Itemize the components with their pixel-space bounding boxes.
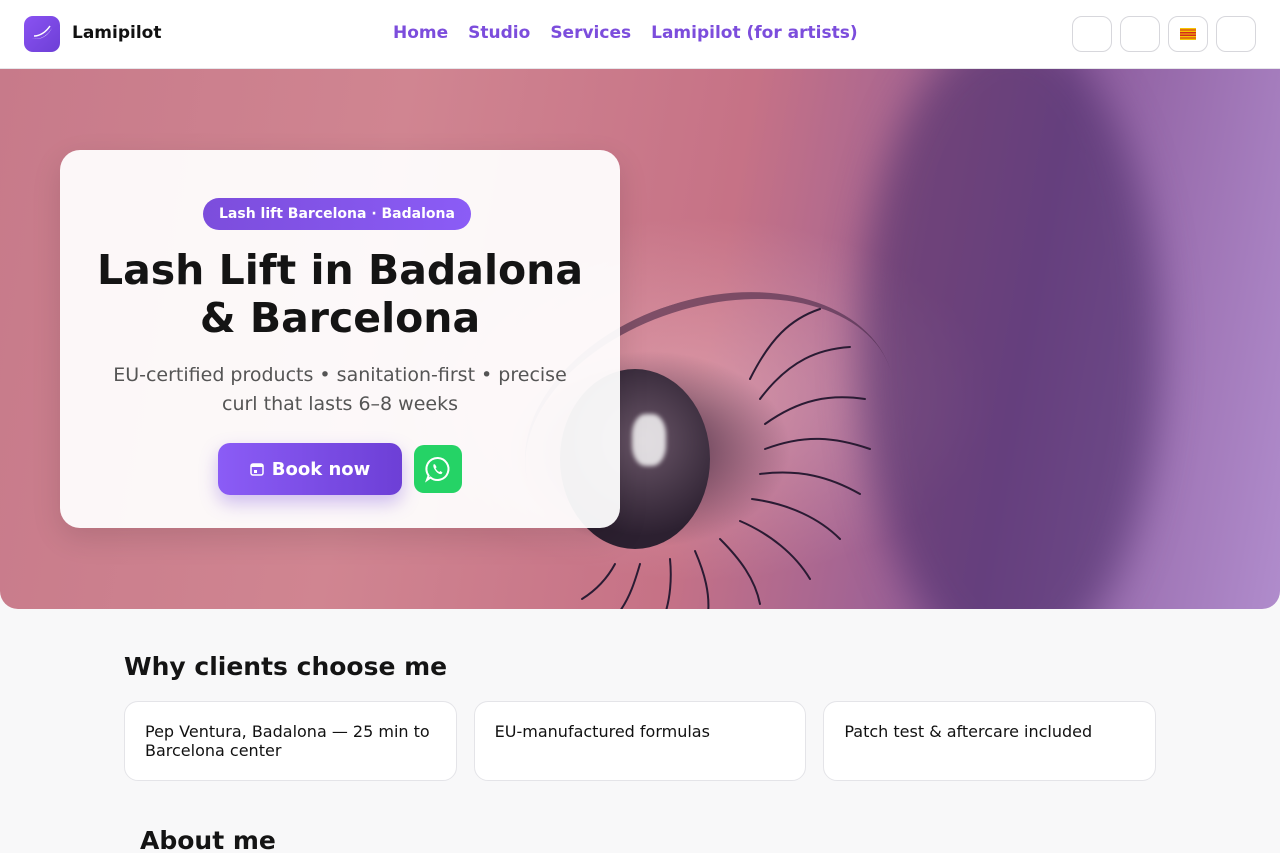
nav-services[interactable]: Services	[550, 23, 631, 43]
lang-button-2[interactable]	[1120, 16, 1160, 52]
nav-for-artists[interactable]: Lamipilot (for artists)	[651, 23, 857, 43]
main-nav: Home Studio Services Lamipilot (for arti…	[393, 23, 858, 43]
hero-card: Lash lift Barcelona · Badalona Lash Lift…	[60, 150, 620, 528]
site-header: Lamipilot Home Studio Services Lamipilot…	[0, 0, 1280, 69]
page-title: Lash Lift in Badalona & Barcelona	[96, 246, 584, 342]
hero-subtitle: EU-certified products • sanitation-first…	[113, 364, 567, 415]
catalan-flag-icon	[1180, 28, 1196, 40]
nav-studio[interactable]: Studio	[468, 23, 530, 43]
feature-card-formulas: EU-manufactured formulas	[473, 701, 807, 781]
whatsapp-icon	[424, 457, 450, 483]
logo-icon[interactable]	[24, 16, 60, 52]
lang-button-1[interactable]	[1072, 16, 1112, 52]
calendar-icon	[250, 463, 264, 476]
hero-image-shadow	[860, 69, 1160, 609]
features-list: Pep Ventura, Badalona — 25 min to Barcel…	[124, 701, 1157, 781]
feature-card-aftercare: Patch test & aftercare included	[823, 701, 1157, 781]
location-badge: Lash lift Barcelona · Badalona	[203, 198, 471, 230]
feature-card-location: Pep Ventura, Badalona — 25 min to Barcel…	[124, 701, 457, 781]
lang-button-catalan[interactable]	[1168, 16, 1208, 52]
language-switcher	[1072, 16, 1256, 52]
book-now-button[interactable]: Book now	[218, 443, 402, 495]
about-section-title: About me	[140, 826, 276, 853]
nav-home[interactable]: Home	[393, 23, 448, 43]
book-now-label: Book now	[271, 458, 371, 480]
hero-section: Lash lift Barcelona · Badalona Lash Lift…	[0, 69, 1280, 609]
why-section-title: Why clients choose me	[124, 652, 448, 681]
brand-name[interactable]: Lamipilot	[72, 23, 161, 43]
whatsapp-button[interactable]	[414, 445, 462, 493]
lang-button-4[interactable]	[1216, 16, 1256, 52]
